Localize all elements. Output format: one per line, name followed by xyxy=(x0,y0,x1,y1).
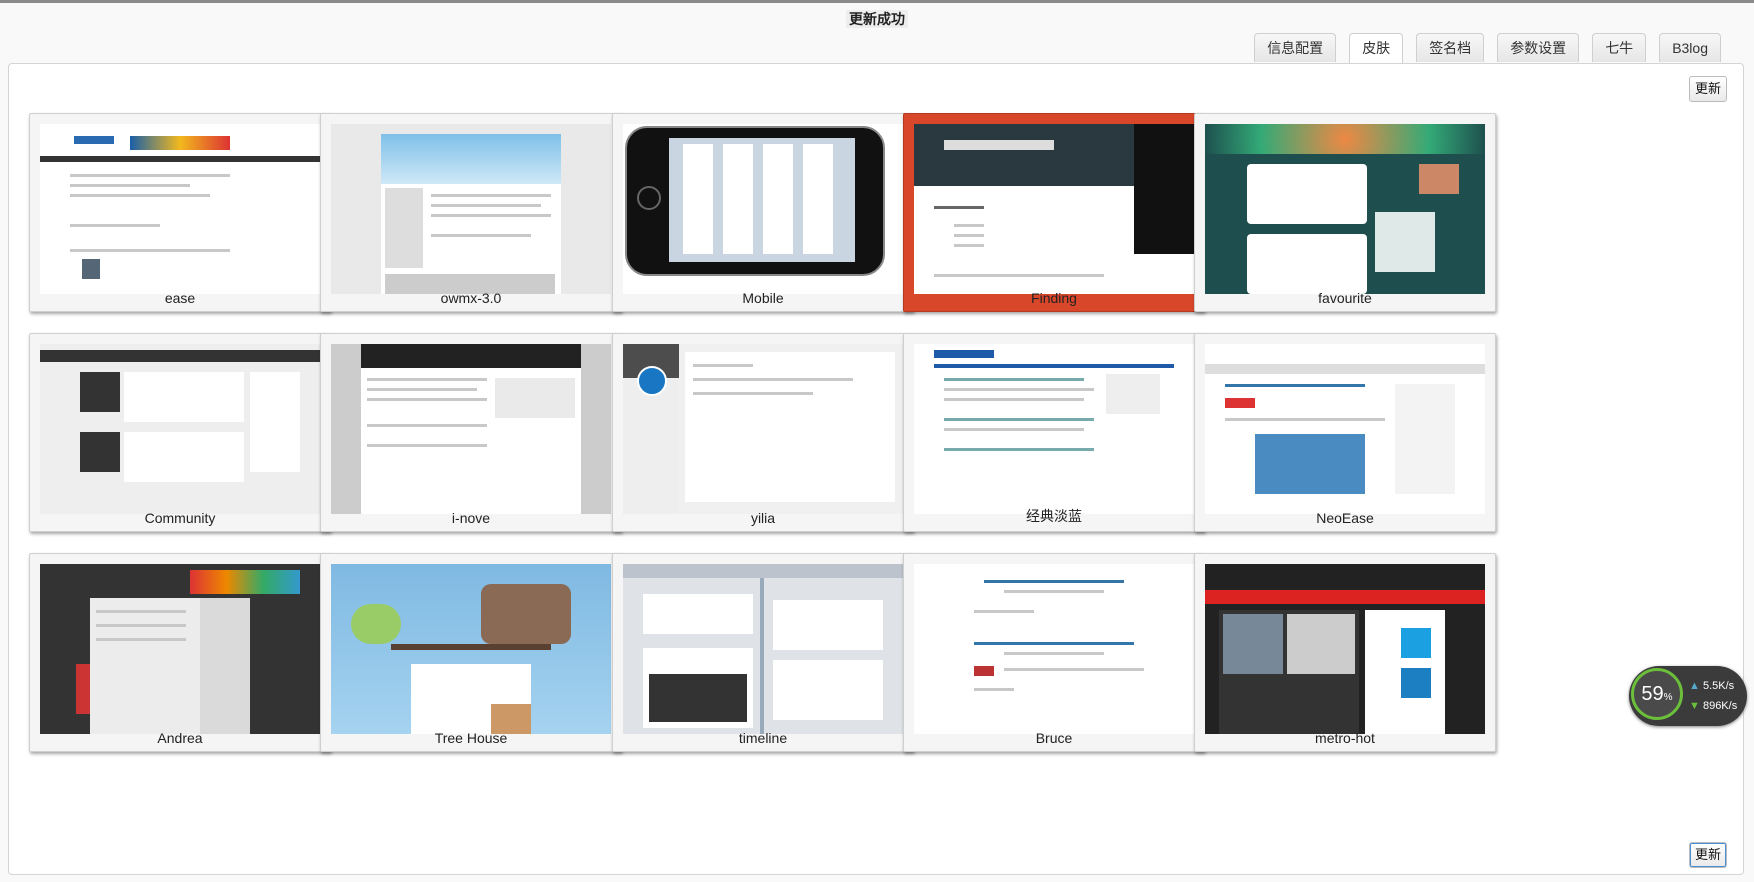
tab-qiniu[interactable]: 七牛 xyxy=(1592,33,1647,62)
skin-name: yilia xyxy=(750,510,776,526)
update-button-bottom[interactable]: 更新 xyxy=(1689,842,1727,868)
settings-tabs: 信息配置 皮肤 签名档 参数设置 七牛 B3log xyxy=(1254,33,1721,64)
arrow-down-icon: ▼ xyxy=(1689,700,1700,712)
skin-preview xyxy=(40,344,320,514)
skin-name: NeoEase xyxy=(1316,510,1374,526)
skin-preview xyxy=(331,564,611,734)
skin-card-timeline[interactable]: timeline xyxy=(612,553,914,752)
network-percent: 59 xyxy=(1641,683,1664,705)
tab-info-config[interactable]: 信息配置 xyxy=(1254,33,1337,62)
download-speed: ▼ 896K/s xyxy=(1689,700,1737,712)
tab-b3log[interactable]: B3log xyxy=(1659,33,1721,62)
skin-preview xyxy=(623,344,903,514)
skin-name: owmx-3.0 xyxy=(440,290,502,306)
skin-preview xyxy=(914,344,1194,514)
status-message-text: 更新成功 xyxy=(846,10,908,28)
skin-card-favourite[interactable]: favourite xyxy=(1194,113,1496,312)
skin-name: Andrea xyxy=(157,730,203,746)
skin-name: i-nove xyxy=(451,510,491,526)
skin-name: 经典淡蓝 xyxy=(1026,508,1082,524)
skin-name: ease xyxy=(164,290,196,306)
skin-card-bruce[interactable]: Bruce xyxy=(903,553,1205,752)
skin-card-mobile[interactable]: Mobile xyxy=(612,113,914,312)
skin-preview xyxy=(1205,344,1485,514)
skin-preview xyxy=(914,564,1194,734)
skin-card-tree-house[interactable]: Tree House xyxy=(320,553,622,752)
status-message: 更新成功 xyxy=(0,9,1754,29)
skin-card-finding[interactable]: Finding xyxy=(903,113,1205,312)
network-usage-ring: 59% xyxy=(1631,668,1683,720)
arrow-up-icon: ▲ xyxy=(1689,680,1700,692)
skin-preview xyxy=(40,124,320,294)
skin-name: favourite xyxy=(1318,290,1372,306)
skin-preview xyxy=(331,124,611,294)
tab-skin[interactable]: 皮肤 xyxy=(1349,33,1404,64)
skin-preview xyxy=(331,344,611,514)
top-border xyxy=(0,0,1754,3)
update-button-top[interactable]: 更新 xyxy=(1689,76,1727,102)
skin-name: Community xyxy=(144,510,216,526)
skin-card-ease[interactable]: ease xyxy=(29,113,331,312)
skin-name: metro-hot xyxy=(1315,730,1375,746)
skin-preview xyxy=(623,124,903,294)
skin-preview xyxy=(1205,564,1485,734)
skin-preview xyxy=(914,124,1194,294)
skin-name: timeline xyxy=(738,730,788,746)
skin-card-neoease[interactable]: NeoEase xyxy=(1194,333,1496,532)
skin-card-metro-hot[interactable]: metro-hot xyxy=(1194,553,1496,752)
skin-card-community[interactable]: Community xyxy=(29,333,331,532)
skin-name: Bruce xyxy=(1035,730,1073,746)
skin-card-andrea[interactable]: Andrea xyxy=(29,553,331,752)
skin-preview xyxy=(623,564,903,734)
skin-name: Tree House xyxy=(434,730,508,746)
skin-card-yilia[interactable]: yilia xyxy=(612,333,914,532)
network-speed-widget[interactable]: 59% ▲ 5.5K/s ▼ 896K/s xyxy=(1629,666,1747,726)
download-speed-value: 896K/s xyxy=(1702,700,1738,712)
skin-card-owmx[interactable]: owmx-3.0 xyxy=(320,113,622,312)
tab-parameters[interactable]: 参数设置 xyxy=(1497,33,1580,62)
upload-speed: ▲ 5.5K/s xyxy=(1689,680,1734,692)
tab-signature[interactable]: 签名档 xyxy=(1416,33,1485,62)
skin-card-i-nove[interactable]: i-nove xyxy=(320,333,622,532)
skin-card-classic-blue[interactable]: 经典淡蓝 xyxy=(903,333,1205,532)
skin-name: Finding xyxy=(1031,290,1077,306)
skin-preview xyxy=(40,564,320,734)
upload-speed-value: 5.5K/s xyxy=(1702,680,1735,692)
network-percent-unit: % xyxy=(1663,692,1673,703)
skin-name: Mobile xyxy=(742,290,784,306)
skin-preview xyxy=(1205,124,1485,294)
